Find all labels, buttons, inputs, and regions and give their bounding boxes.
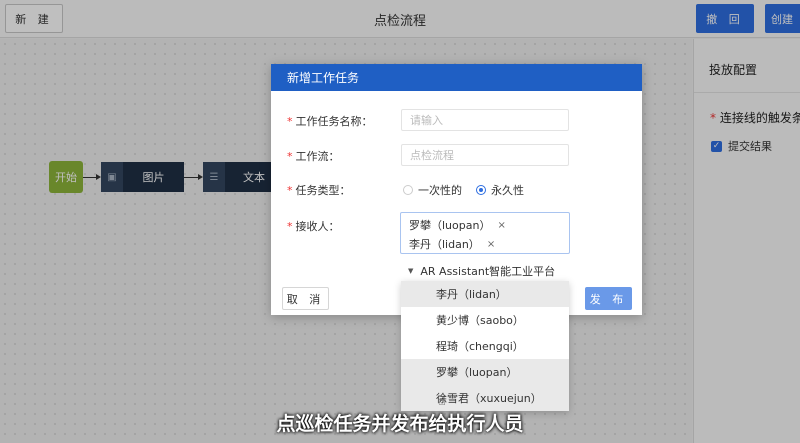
task-name-input[interactable]: 请输入 — [401, 109, 569, 131]
task-name-label: * 工作任务名称： — [287, 113, 373, 129]
task-type-row: * 任务类型： 一次性的 永久性 — [271, 178, 642, 200]
list-item[interactable]: 黄少博（saobo） — [401, 307, 569, 333]
required-marker: * — [287, 115, 293, 128]
video-caption: 点巡检任务并发布给执行人员 — [276, 413, 524, 435]
receiver-label: * 接收人： — [287, 218, 340, 234]
receiver-tag-label: 李丹（lidan） — [409, 238, 480, 251]
task-type-radio-group: 一次性的 永久性 — [403, 182, 524, 198]
new-task-modal: 新增工作任务 * 工作任务名称： 请输入 * 工作流： 点检流程 * 任务类型： 一次… — [271, 64, 642, 315]
radio-once[interactable] — [403, 185, 413, 195]
receiver-select[interactable]: 罗攀（luopan） × 李丹（lidan） × — [400, 212, 570, 254]
list-item[interactable]: 程琦（chengqi） — [401, 333, 569, 359]
close-icon[interactable]: × — [497, 220, 505, 231]
close-icon[interactable]: × — [487, 239, 495, 250]
hand-cursor-icon: ☝ — [438, 394, 446, 409]
cancel-button[interactable]: 取 消 — [282, 287, 329, 310]
radio-once-label[interactable]: 一次性的 — [418, 182, 462, 198]
receiver-tag: 李丹（lidan） × — [409, 236, 495, 252]
required-marker: * — [287, 150, 293, 163]
workflow-row: * 工作流： 点检流程 — [271, 144, 642, 166]
task-type-label: * 任务类型： — [287, 182, 351, 198]
list-item[interactable]: 李丹（lidan） — [401, 281, 569, 307]
receiver-tag: 罗攀（luopan） × — [409, 217, 506, 233]
radio-permanent[interactable] — [476, 185, 486, 195]
receiver-tag-label: 罗攀（luopan） — [409, 219, 491, 232]
tree-root-node[interactable]: ▼ AR Assistant智能工业平台 — [408, 263, 555, 279]
workflow-input[interactable]: 点检流程 — [401, 144, 569, 166]
tree-root-label: AR Assistant智能工业平台 — [420, 265, 556, 278]
radio-permanent-label[interactable]: 永久性 — [491, 182, 524, 198]
receiver-label-text: 接收人： — [295, 220, 340, 233]
required-marker: * — [287, 184, 293, 197]
task-name-label-text: 工作任务名称： — [295, 115, 373, 128]
task-type-label-text: 任务类型： — [295, 184, 351, 197]
workflow-label-text: 工作流： — [295, 150, 340, 163]
list-item[interactable]: 罗攀（luopan） — [401, 359, 569, 385]
receiver-dropdown: 李丹（lidan） 黄少博（saobo） 程琦（chengqi） 罗攀（luop… — [401, 281, 569, 411]
caret-down-icon[interactable]: ▼ — [408, 267, 413, 275]
workflow-label: * 工作流： — [287, 148, 340, 164]
publish-button[interactable]: 发 布 — [585, 287, 632, 310]
task-name-row: * 工作任务名称： 请输入 — [271, 109, 642, 131]
required-marker: * — [287, 220, 293, 233]
modal-title: 新增工作任务 — [271, 64, 642, 91]
list-item[interactable]: 徐雪君（xuxuejun） — [401, 385, 569, 411]
